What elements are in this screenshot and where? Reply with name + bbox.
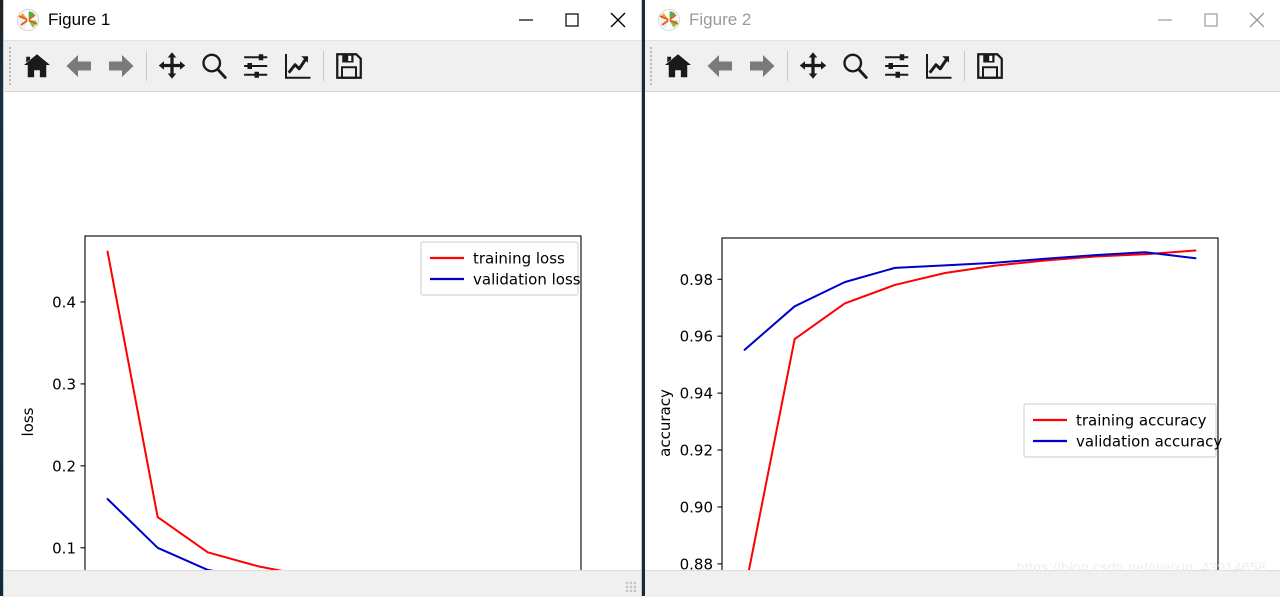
maximize-button[interactable] (549, 0, 595, 40)
watermark: https://blog.csdn.net/weixin_43914658 (1016, 559, 1266, 575)
figure-1-window-controls (503, 0, 641, 40)
forward-button[interactable] (100, 44, 142, 88)
toolbar-separator (323, 51, 324, 81)
svg-text:training accuracy: training accuracy (1076, 412, 1207, 430)
svg-text:validation loss: validation loss (473, 271, 581, 289)
figure-1-titlebar[interactable]: Figure 1 (4, 0, 641, 40)
zoom-button[interactable] (834, 44, 876, 88)
figure-2-window-controls (1142, 0, 1280, 40)
home-button[interactable] (657, 44, 699, 88)
close-button[interactable] (595, 0, 641, 40)
resize-grip[interactable] (625, 581, 636, 592)
configure-subplots-button[interactable] (235, 44, 277, 88)
svg-text:0.4: 0.4 (52, 293, 76, 311)
svg-text:0.1: 0.1 (52, 539, 76, 557)
minimize-button[interactable] (503, 0, 549, 40)
pan-button[interactable] (151, 44, 193, 88)
configure-subplots-button[interactable] (876, 44, 918, 88)
svg-text:0.92: 0.92 (680, 442, 713, 460)
accuracy-plot: 024680.880.900.920.940.960.98epochaccura… (645, 92, 1280, 597)
svg-text:0.90: 0.90 (680, 498, 713, 516)
minimize-button[interactable] (1142, 0, 1188, 40)
save-button[interactable] (969, 44, 1011, 88)
back-button[interactable] (699, 44, 741, 88)
figure-2-window[interactable]: Figure 2 0.88 0.90 0.92 0.94 0.96 0.98 a… (645, 0, 1280, 597)
svg-text:0.96: 0.96 (680, 328, 713, 346)
svg-text:0.94: 0.94 (680, 385, 713, 403)
edit-curves-button[interactable] (277, 44, 319, 88)
forward-button[interactable] (741, 44, 783, 88)
figure-2-toolbar (645, 40, 1280, 92)
toolbar-separator (146, 51, 147, 81)
figure-1-title: Figure 1 (48, 10, 111, 29)
toolbar-drag-handle[interactable] (647, 46, 657, 86)
loss-plot-svg: 024680.10.20.30.4epochlosstraining lossv… (19, 235, 582, 597)
maximize-button[interactable] (1188, 0, 1234, 40)
figure-1-toolbar (4, 40, 641, 92)
svg-text:0.2: 0.2 (52, 457, 76, 475)
back-button[interactable] (58, 44, 100, 88)
svg-text:0.3: 0.3 (52, 375, 76, 393)
accuracy-plot-svg: 024680.880.900.920.940.960.98epochaccura… (656, 237, 1222, 597)
svg-text:0.98: 0.98 (680, 271, 713, 289)
svg-text:loss: loss (19, 407, 37, 436)
home-button[interactable] (16, 44, 58, 88)
desktop: Figure 1 0.1 0.2 0.3 0.4 loss training l… (0, 0, 1280, 597)
svg-text:training loss: training loss (473, 250, 565, 268)
figure-1-canvas[interactable]: 024680.10.20.30.4epochlosstraining lossv… (4, 92, 641, 597)
svg-text:validation accuracy: validation accuracy (1076, 433, 1222, 451)
zoom-button[interactable] (193, 44, 235, 88)
figure-1-window[interactable]: Figure 1 0.1 0.2 0.3 0.4 loss training l… (4, 0, 641, 597)
edit-curves-button[interactable] (918, 44, 960, 88)
matplotlib-logo-icon (16, 8, 40, 32)
figure-1-statusbar (4, 570, 641, 597)
matplotlib-logo-icon (657, 8, 681, 32)
loss-plot: 024680.10.20.30.4epochlosstraining lossv… (4, 92, 641, 597)
close-button[interactable] (1234, 0, 1280, 40)
figure-2-canvas[interactable]: 024680.880.900.920.940.960.98epochaccura… (645, 92, 1280, 597)
figure-2-titlebar[interactable]: Figure 2 (645, 0, 1280, 40)
figure-2-title: Figure 2 (689, 10, 752, 29)
pan-button[interactable] (792, 44, 834, 88)
toolbar-drag-handle[interactable] (6, 46, 16, 86)
save-button[interactable] (328, 44, 370, 88)
toolbar-separator (787, 51, 788, 81)
toolbar-separator (964, 51, 965, 81)
svg-text:accuracy: accuracy (656, 389, 674, 457)
